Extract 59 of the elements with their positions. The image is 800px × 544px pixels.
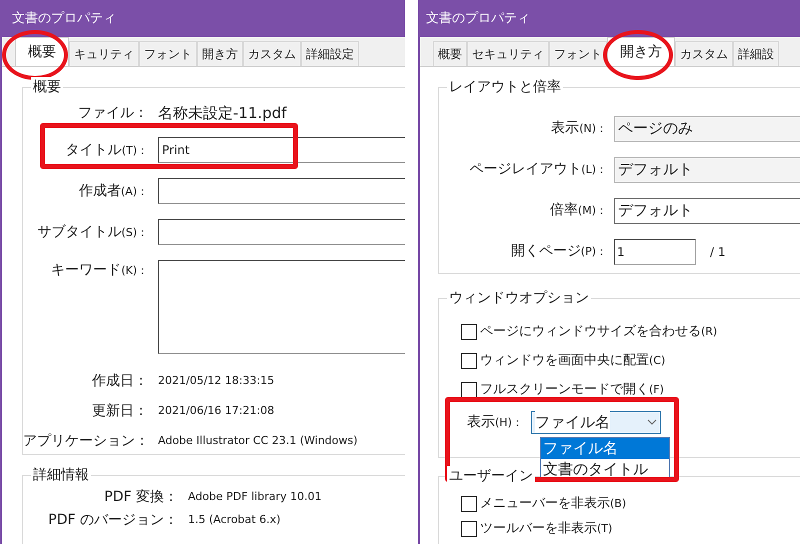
text-field[interactable]: Print xyxy=(158,137,405,163)
field-label: ファイル： xyxy=(77,104,148,122)
keyword-field[interactable] xyxy=(158,260,405,354)
tab[interactable]: 概要 xyxy=(15,37,69,66)
tab[interactable]: 開き方 xyxy=(607,37,675,66)
tab[interactable]: 開き方 xyxy=(197,41,243,66)
dropdown[interactable]: ページのみ xyxy=(614,116,800,142)
tab[interactable]: セキュリティ xyxy=(467,41,549,66)
info-value: 2021/06/16 17:21:08 xyxy=(158,402,274,419)
info-value: Adobe Illustrator CC 23.1 (Windows) xyxy=(158,432,358,449)
dropdown[interactable]: ファイル名 xyxy=(530,410,661,434)
tab[interactable]: 詳細設 xyxy=(733,41,779,66)
field-label: PDF のバージョン： xyxy=(47,511,178,530)
dropdown[interactable]: デフォルト xyxy=(614,156,800,182)
page-field[interactable]: 1 xyxy=(614,238,696,264)
text-field[interactable] xyxy=(158,219,405,245)
field-label: ページレイアウト(L)： xyxy=(468,160,607,179)
caret-icon xyxy=(646,419,657,425)
checkbox[interactable] xyxy=(461,382,477,398)
dropdown-option[interactable]: ファイル名 xyxy=(541,438,669,459)
tab[interactable]: フォント xyxy=(139,41,197,66)
field-label: キーワード(K)： xyxy=(50,261,148,280)
tab[interactable]: カスタム xyxy=(243,41,301,66)
field-label: 開くページ(P)： xyxy=(510,242,607,261)
window-title: 文書のプロパティ xyxy=(426,10,530,28)
field-label: アプリケーション： xyxy=(23,432,148,450)
tab[interactable]: キュリティ xyxy=(69,41,139,66)
checkbox[interactable] xyxy=(461,496,477,512)
checkbox[interactable] xyxy=(461,324,477,340)
checkbox-label: ツールバーを非表示(T) xyxy=(480,520,612,538)
zoom-field[interactable]: デフォルト xyxy=(614,198,800,224)
page-count: / 1 xyxy=(710,244,726,260)
field-label: 表示(N)： xyxy=(550,119,607,138)
highlight-ellipse xyxy=(603,30,673,80)
info-value: Adobe PDF library 10.01 xyxy=(188,489,322,506)
field-label: 更新日： xyxy=(91,402,148,420)
field-label: 作成日： xyxy=(91,372,148,390)
text-field[interactable] xyxy=(158,178,405,204)
checkbox-label: ウィンドウを画面中央に配置(C) xyxy=(480,352,666,370)
field-label: 作成者(A)： xyxy=(78,182,148,200)
info-value: 2021/05/12 18:33:15 xyxy=(158,372,274,389)
field-label: タイトル(T)： xyxy=(64,140,148,160)
checkbox-label: メニューバーを非表示(B) xyxy=(480,494,626,513)
checkbox[interactable] xyxy=(461,520,477,536)
field-label: 表示(H)： xyxy=(467,412,523,432)
checkbox-label: ページにウィンドウサイズを合わせる(R) xyxy=(480,322,718,341)
field-label: 倍率(M)： xyxy=(548,201,607,220)
tab[interactable]: フォント xyxy=(549,41,607,66)
info-value: 1.5 (Acrobat 6.x) xyxy=(188,512,281,528)
file-name: 名称未設定-11.pdf xyxy=(158,102,287,124)
tab[interactable]: カスタム xyxy=(675,41,733,66)
field-label: PDF 変換： xyxy=(103,488,178,507)
checkbox-label: フルスクリーンモードで開く(F) xyxy=(480,380,664,399)
tab[interactable]: 概要 xyxy=(433,41,467,66)
tab[interactable]: 詳細設定 xyxy=(301,41,359,66)
window-title: 文書のプロパティ xyxy=(12,10,116,28)
highlight-ellipse xyxy=(2,30,68,80)
checkbox[interactable] xyxy=(461,352,477,368)
field-label: サブタイトル(S)： xyxy=(36,222,148,242)
